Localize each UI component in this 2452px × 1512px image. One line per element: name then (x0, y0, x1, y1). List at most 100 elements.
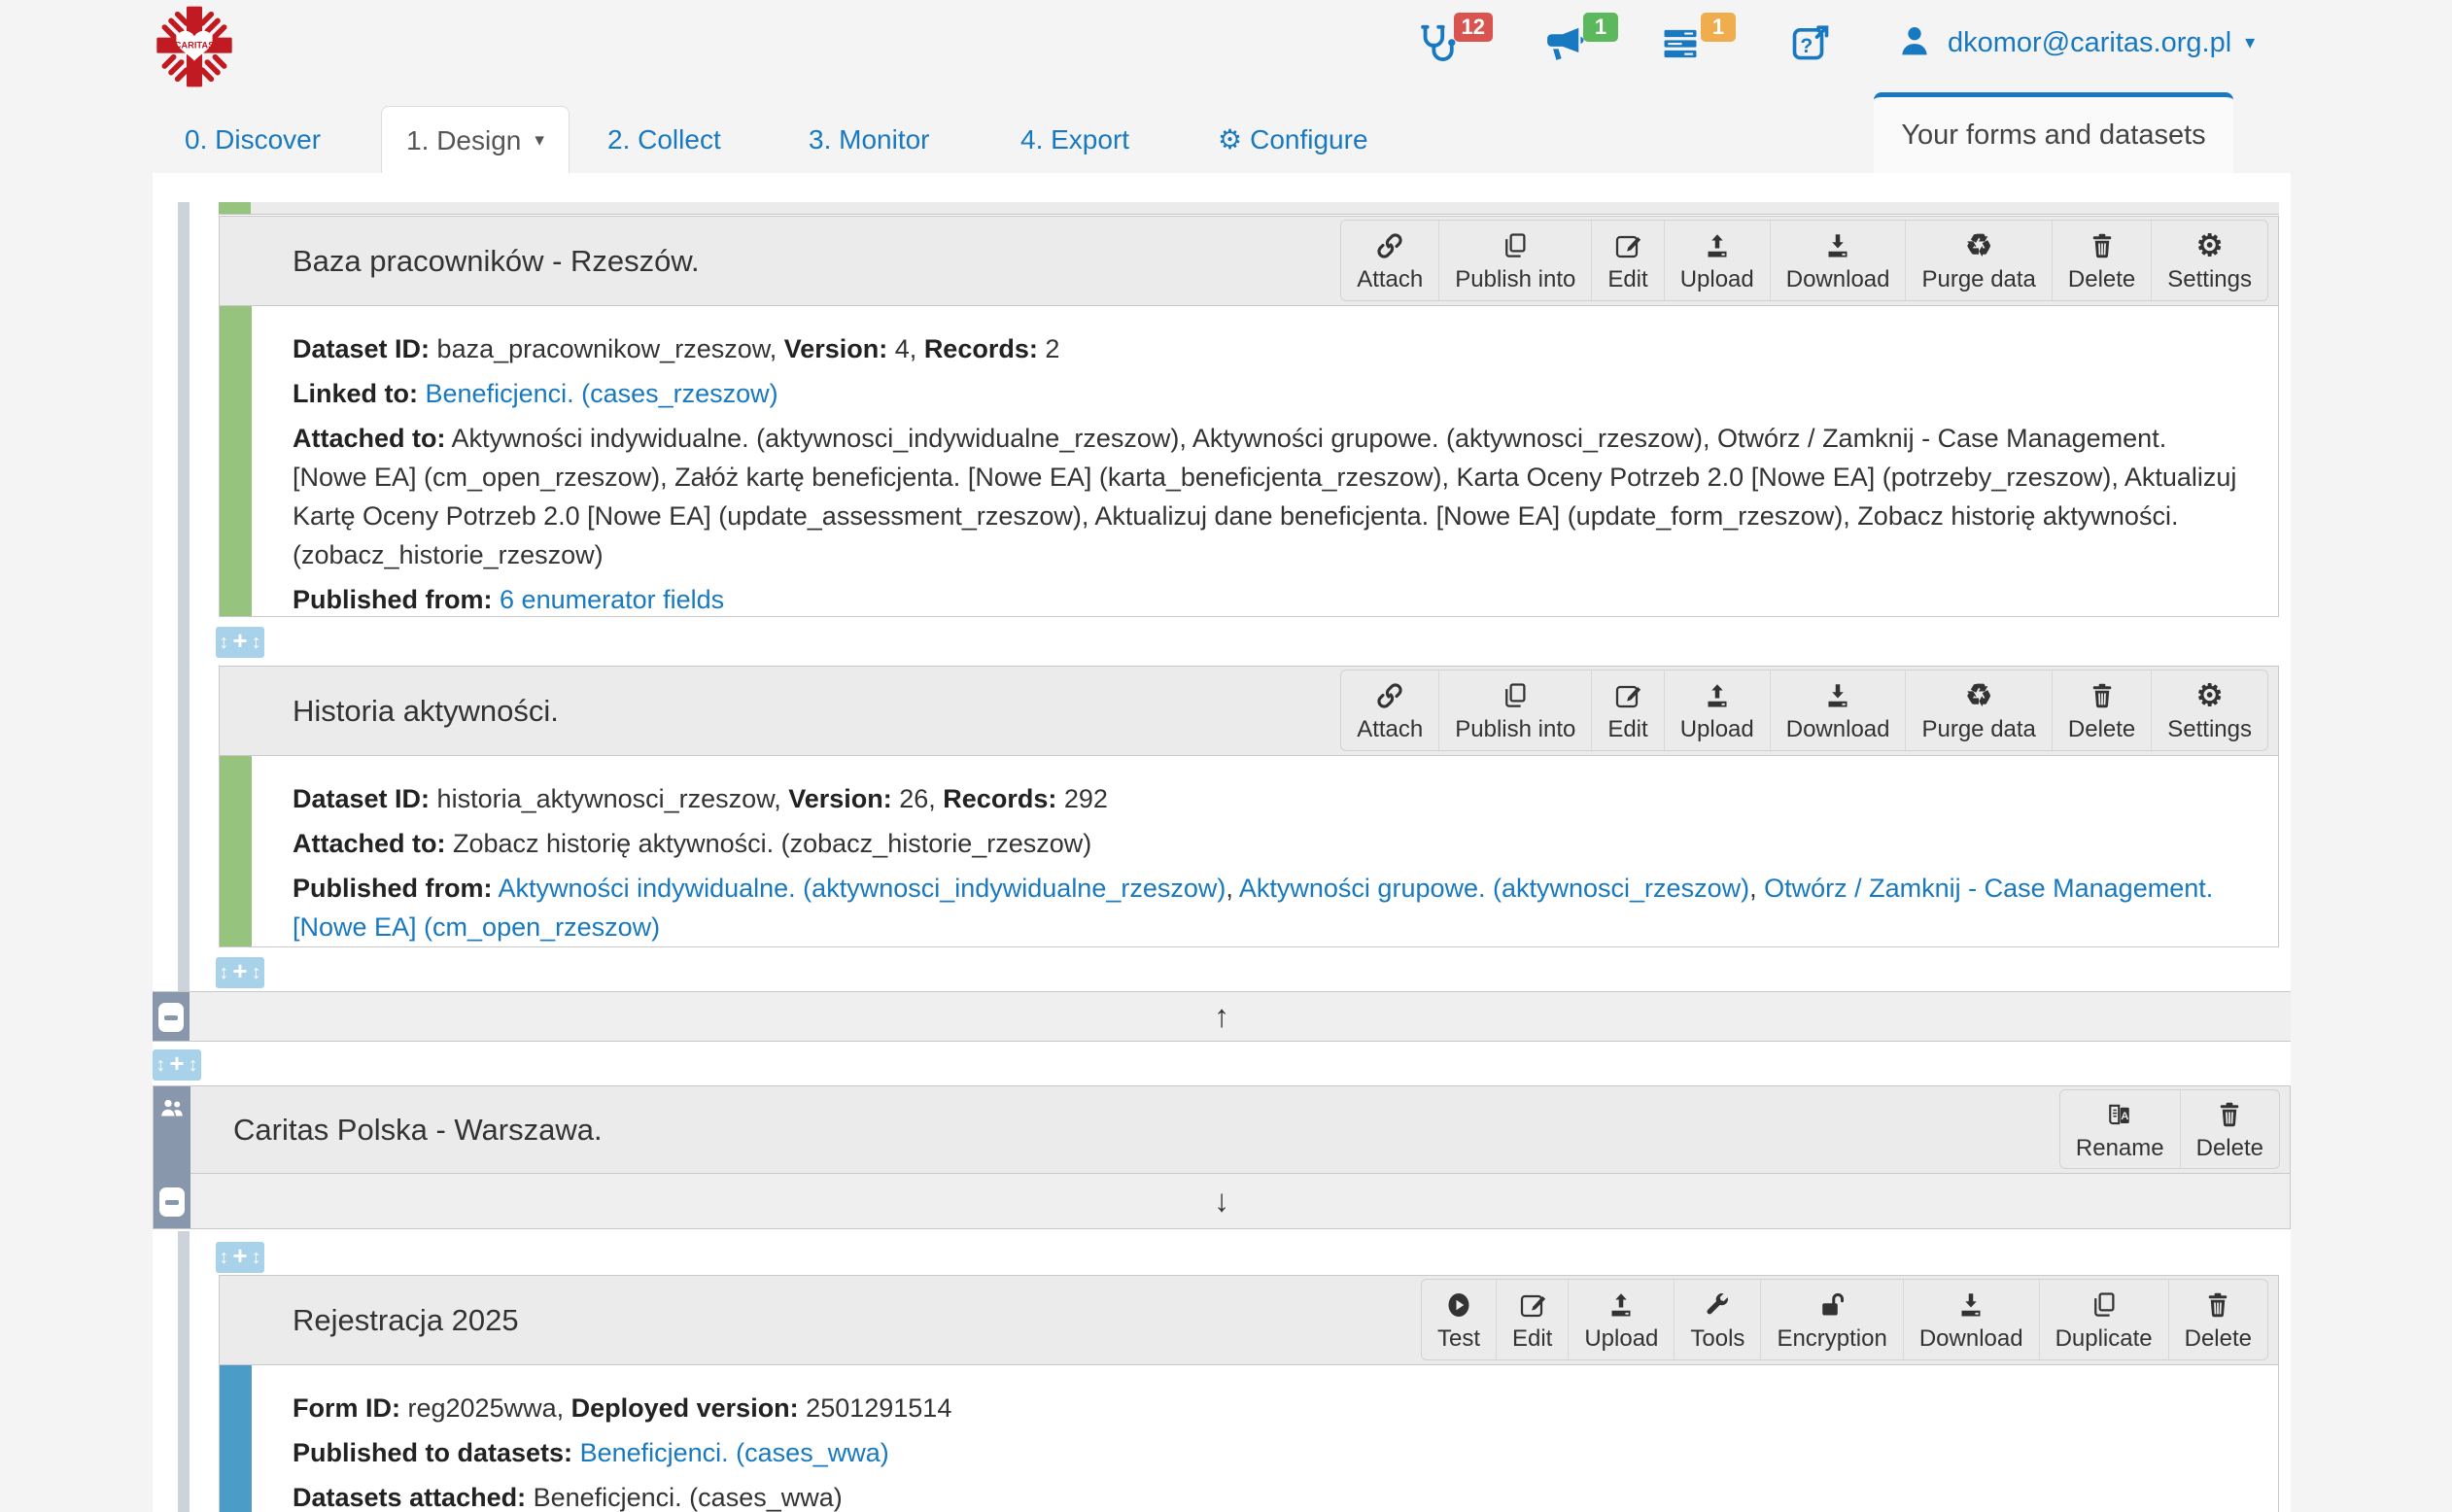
delete-button[interactable]: Delete (2052, 670, 2151, 750)
form-card-body: Form ID: reg2025wwa, Deployed version: 2… (220, 1365, 2278, 1512)
health-status-button[interactable]: 12 (1415, 21, 1462, 68)
panel-tab-your-forms[interactable]: Your forms and datasets (1874, 92, 2233, 173)
edit-button[interactable]: Edit (1591, 221, 1663, 300)
gear-icon: ⚙ (2196, 679, 2224, 712)
duplicate-button[interactable]: Duplicate (2039, 1280, 2168, 1359)
published-from-line: Published from: 6 enumerator fields (293, 580, 2239, 619)
insert-here-button[interactable]: ↕ + ↕ (216, 1242, 264, 1273)
publish-into-button-label: Publish into (1455, 266, 1575, 293)
tools-button[interactable]: Tools (1674, 1280, 1760, 1359)
inline-link[interactable]: Aktywności grupowe. (aktywnosci_rzeszow) (1239, 874, 1749, 903)
delete-button[interactable]: Delete (2180, 1090, 2279, 1168)
tab-monitor[interactable]: 3. Monitor (809, 107, 930, 173)
tab-discover[interactable]: 0. Discover (185, 107, 321, 173)
tab-design[interactable]: 1. Design ▾ (381, 106, 570, 175)
inline-link[interactable]: Aktywności indywidualne. (aktywnosci_ind… (499, 874, 1226, 903)
inline-link[interactable]: Beneficjenci. (cases_wwa) (580, 1438, 889, 1467)
tab-design-label: 1. Design (406, 125, 521, 156)
delete-button[interactable]: Delete (2168, 1280, 2267, 1359)
tab-configure-label: Configure (1250, 124, 1367, 155)
link-icon (1375, 229, 1404, 262)
settings-button[interactable]: ⚙ Settings (2151, 221, 2267, 300)
dataset-card-body: Dataset ID: baza_pracownikow_rzeszow, Ve… (220, 306, 2278, 650)
test-button-label: Test (1437, 1325, 1480, 1353)
attached-to-line: Attached to: Aktywności indywidualne. (a… (293, 419, 2239, 574)
edit-button-label: Edit (1512, 1325, 1552, 1353)
download-button[interactable]: Download (1770, 670, 1906, 750)
tab-export[interactable]: 4. Export (1020, 107, 1129, 173)
field-value: 26, (892, 784, 944, 813)
gear-icon: ⚙ (2196, 229, 2224, 262)
upload-button[interactable]: Upload (1664, 221, 1770, 300)
inline-link[interactable]: 6 enumerator fields (500, 585, 724, 614)
group-title: Caritas Polska - Warszawa. (233, 1086, 603, 1174)
user-icon (1895, 21, 1934, 65)
collapse-group-button[interactable] (158, 1003, 184, 1032)
publish-into-button[interactable]: Publish into (1438, 221, 1591, 300)
field-label: Records: (924, 334, 1038, 363)
dataset-title: Historia aktywności. (293, 667, 559, 756)
dataset-id-line: Dataset ID: baza_pracownikow_rzeszow, Ve… (293, 329, 2239, 368)
pages-icon (1501, 229, 1530, 262)
purge-data-button[interactable]: ♻ Purge data (1905, 670, 2051, 750)
upload-button[interactable]: Upload (1568, 1280, 1674, 1359)
delete-button-label: Delete (2185, 1325, 2252, 1353)
inline-link[interactable]: Beneficjenci. (cases_rzeszow) (426, 379, 778, 408)
edit-icon (1613, 229, 1642, 262)
rename-button[interactable]: A Rename (2060, 1090, 2180, 1168)
link-icon (1375, 679, 1404, 712)
tab-configure[interactable]: ⚙Configure (1218, 107, 1368, 173)
tab-collect[interactable]: 2. Collect (607, 107, 721, 173)
edit-button[interactable]: Edit (1496, 1280, 1568, 1359)
svg-text:A: A (2121, 1110, 2128, 1121)
queue-button[interactable]: 1 (1658, 21, 1705, 68)
rename-button-label: Rename (2076, 1135, 2164, 1162)
download-button[interactable]: Download (1770, 221, 1906, 300)
delete-button[interactable]: Delete (2052, 221, 2151, 300)
dataset-card-header: Historia aktywności. Attach Publish into… (220, 667, 2278, 756)
publish-into-button[interactable]: Publish into (1438, 670, 1591, 750)
field-label: Form ID: (293, 1393, 400, 1423)
form-card-rejestracja-2025: Rejestracja 2025 Test Edit Upload (219, 1275, 2279, 1512)
test-button[interactable]: Test (1422, 1280, 1496, 1359)
field-value: Zobacz historię aktywności. (zobacz_hist… (446, 829, 1092, 858)
purge-data-button-label: Purge data (1921, 716, 2035, 743)
download-button-label: Download (1919, 1325, 2023, 1353)
attach-button-label: Attach (1357, 716, 1423, 743)
form-card-header: Rejestracja 2025 Test Edit Upload (220, 1276, 2278, 1365)
attach-button[interactable]: Attach (1341, 221, 1438, 300)
edit-button[interactable]: Edit (1591, 670, 1663, 750)
field-value (572, 1438, 580, 1467)
group-header: Caritas Polska - Warszawa. A Rename Dele… (154, 1086, 2290, 1174)
encryption-button-label: Encryption (1777, 1325, 1886, 1353)
group-toolbar: A Rename Delete (2059, 1089, 2280, 1169)
people-icon (157, 1094, 187, 1123)
insert-here-button[interactable]: ↕ + ↕ (153, 1049, 201, 1081)
edit-icon (1518, 1289, 1547, 1322)
dataset-card-body: Dataset ID: historia_aktywnosci_rzeszow,… (220, 756, 2278, 978)
encryption-button[interactable]: Encryption (1760, 1280, 1902, 1359)
field-value: 292 (1056, 784, 1108, 813)
field-label: Dataset ID: (293, 334, 430, 363)
plus-icon: + (169, 1048, 184, 1079)
announcements-button[interactable]: 1 (1540, 21, 1587, 68)
chevron-down-icon: ▾ (2245, 33, 2255, 52)
upload-button[interactable]: Upload (1664, 670, 1770, 750)
field-value: baza_pracownikow_rzeszow, (430, 334, 784, 363)
form-toolbar: Test Edit Upload Tools (1421, 1279, 2268, 1360)
settings-button[interactable]: ⚙ Settings (2151, 670, 2267, 750)
delete-button-label: Delete (2196, 1135, 2263, 1162)
download-icon (1956, 1289, 1986, 1322)
collapse-group-button[interactable] (159, 1187, 185, 1217)
download-button[interactable]: Download (1903, 1280, 2039, 1359)
attach-button[interactable]: Attach (1341, 670, 1438, 750)
account-menu[interactable]: dkomor@caritas.org.pl ▾ (1895, 17, 2255, 68)
insert-here-button[interactable]: ↕ + ↕ (216, 957, 264, 988)
insert-here-button[interactable]: ↕ + ↕ (216, 627, 264, 658)
attach-button-label: Attach (1357, 266, 1423, 293)
purge-data-button[interactable]: ♻ Purge data (1905, 221, 2051, 300)
help-button[interactable]: ? (1788, 21, 1835, 68)
updown-icon: ↕ (155, 1054, 165, 1077)
field-label: Version: (788, 784, 892, 813)
recycle-icon: ♻ (1965, 229, 1992, 262)
